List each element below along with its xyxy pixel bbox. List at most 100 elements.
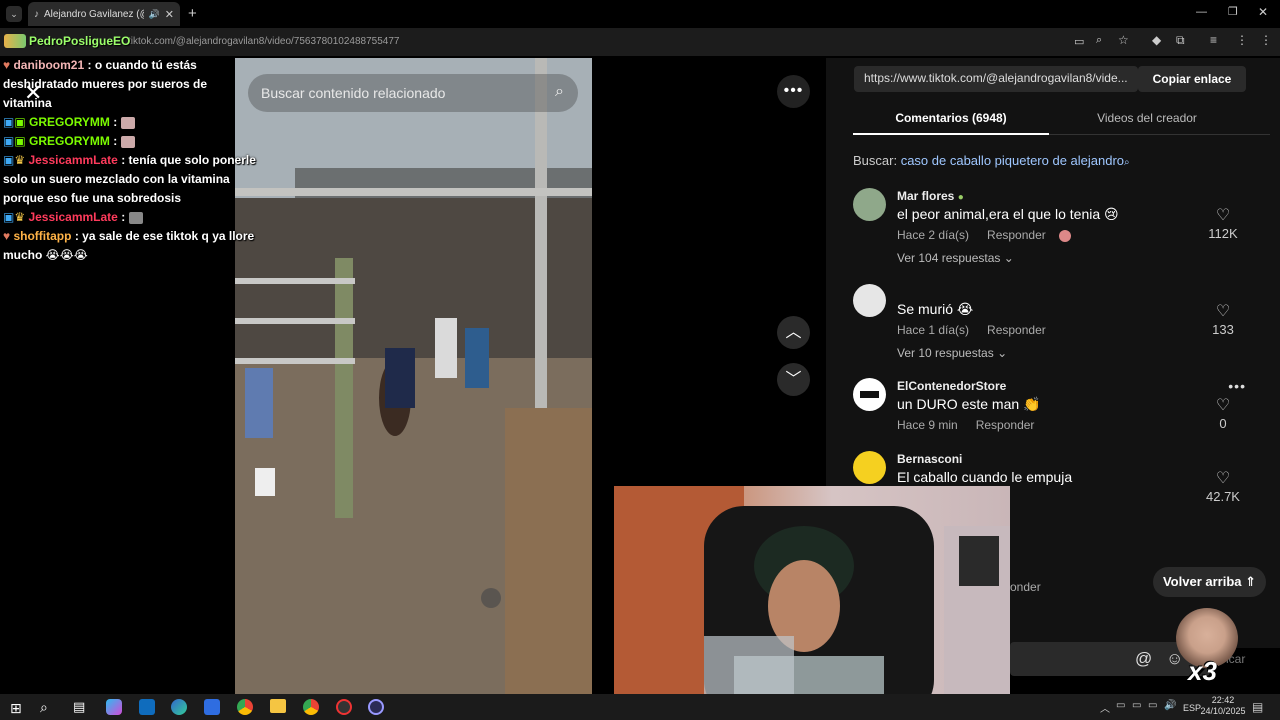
chrome-icon[interactable]: [237, 699, 253, 715]
cast-icon[interactable]: ▭: [1074, 35, 1084, 48]
avatar[interactable]: [853, 451, 886, 484]
video-player[interactable]: [235, 58, 592, 694]
like-button[interactable]: ♡ 42.7K: [1193, 470, 1253, 505]
avatar[interactable]: [853, 378, 886, 411]
like-count: 133: [1212, 322, 1234, 337]
chevron-up-icon: ︿: [785, 324, 802, 341]
comment-username[interactable]: Bernasconi: [897, 452, 962, 466]
comment-meta: Hace 9 min Responder: [897, 418, 1034, 432]
minimize-icon[interactable]: —: [1196, 6, 1207, 18]
comment-meta: Hace 1 día(s) Responder: [897, 323, 1046, 337]
restore-icon[interactable]: ❐: [1228, 5, 1238, 18]
copilot-icon[interactable]: [106, 699, 122, 715]
bookmark-star-icon[interactable]: ☆: [1118, 33, 1129, 47]
extension-diamond-icon[interactable]: ◆: [1152, 33, 1161, 47]
language-indicator[interactable]: ESP: [1183, 703, 1201, 713]
like-button[interactable]: ♡ 133: [1193, 303, 1253, 338]
browser-tabstrip: ⌄ ♪ Alejandro Gavilanez (@alej 🔊 ✕ + — ❐…: [0, 0, 1280, 28]
comment-time: Hace 2 día(s): [897, 228, 970, 242]
back-to-top-button[interactable]: Volver arriba ⇑: [1153, 567, 1266, 597]
like-button[interactable]: ♡ 112K: [1193, 208, 1253, 242]
wifi-icon[interactable]: ▭: [1132, 700, 1141, 711]
avatar[interactable]: [853, 284, 886, 317]
tab-creator-videos[interactable]: Videos del creador: [1049, 111, 1245, 125]
reply-button[interactable]: Responder: [987, 228, 1046, 242]
heart-icon: ♡: [1215, 470, 1231, 487]
search-icon[interactable]: ⌕: [40, 699, 48, 716]
creator-liked-avatar: [1059, 229, 1072, 242]
comment-username[interactable]: ElContenedorStore: [897, 379, 1006, 393]
app-icon[interactable]: [336, 699, 352, 715]
store-icon[interactable]: [204, 699, 220, 715]
extensions-icon[interactable]: ⧉: [1176, 33, 1185, 48]
volume-icon[interactable]: 🔊: [1164, 700, 1176, 711]
video-frame: [235, 58, 592, 694]
related-search-input[interactable]: Buscar contenido relacionado ⌕: [248, 74, 578, 112]
close-tab-icon[interactable]: ✕: [165, 8, 174, 21]
next-video-button[interactable]: ﹀: [777, 363, 810, 396]
view-replies-button[interactable]: Ver 104 respuestas ⌄: [897, 251, 1014, 265]
tab-search-icon[interactable]: ⌄: [6, 6, 22, 22]
comment-username[interactable]: Mar flores ●: [897, 189, 964, 203]
search-prefix: Buscar:: [853, 153, 898, 168]
task-view-icon[interactable]: ▤: [73, 699, 85, 715]
search-query-link[interactable]: caso de caballo piquetero de alejandro: [901, 153, 1124, 168]
emote-icon: [128, 211, 143, 224]
obs-icon[interactable]: [368, 699, 384, 715]
reply-button-partial[interactable]: onder: [1010, 580, 1041, 594]
double-chevron-up-icon: ⇑: [1245, 574, 1257, 589]
chat-message: ▣♛ JessicammLate :: [0, 208, 260, 227]
reply-button[interactable]: Responder: [987, 323, 1046, 337]
emote-icon: [120, 135, 135, 148]
comment-text: El caballo cuando le empuja: [897, 469, 1073, 485]
more-options-icon[interactable]: •••: [1228, 378, 1246, 394]
tab-comments[interactable]: Comentarios (6948): [853, 111, 1049, 135]
start-icon[interactable]: ⊞: [10, 700, 22, 717]
more-options-icon[interactable]: •••: [777, 75, 810, 108]
chat-message: ♥ shoffitapp : ya sale de ese tiktok q y…: [3, 229, 255, 262]
previous-video-button[interactable]: ︿: [777, 316, 810, 349]
search-icon[interactable]: ⌕: [555, 83, 564, 101]
edge-icon[interactable]: [171, 699, 187, 715]
mention-icon[interactable]: @: [1135, 649, 1152, 669]
system-clock[interactable]: 22:42 24/10/2025: [1200, 695, 1246, 717]
view-replies-button[interactable]: Ver 10 respuestas ⌄: [897, 346, 1007, 360]
like-button[interactable]: ♡ 0: [1193, 397, 1253, 432]
multiplier-badge: x3: [1188, 656, 1217, 686]
comment-time: Hace 9 min: [897, 418, 958, 432]
like-count: 112K: [1208, 226, 1238, 241]
reply-button[interactable]: Responder: [976, 418, 1035, 432]
chevron-up-icon[interactable]: ︿: [1100, 700, 1110, 715]
media-icon[interactable]: ≡: [1210, 33, 1217, 47]
comment-item: Se murió 😭 Hace 1 día(s) Responder Ver 10…: [853, 284, 1253, 364]
avatar[interactable]: [853, 188, 886, 221]
share-link[interactable]: https://www.tiktok.com/@alejandrogavilan…: [854, 66, 1138, 92]
notification-icon[interactable]: ▤: [1252, 700, 1263, 714]
browser-tab[interactable]: ♪ Alejandro Gavilanez (@alej 🔊 ✕: [28, 2, 180, 26]
close-icon[interactable]: ✕: [24, 80, 42, 106]
audio-icon[interactable]: 🔊: [149, 9, 160, 20]
zoom-icon[interactable]: ⌕: [1096, 34, 1102, 47]
network-icon[interactable]: ▭: [1116, 700, 1125, 711]
comment-text: el peor animal,era el que lo tenia 😢: [897, 206, 1119, 222]
comment-search-suggestion[interactable]: Buscar: caso de caballo piquetero de ale…: [853, 153, 1130, 168]
window-close-icon[interactable]: ✕: [1258, 5, 1268, 19]
streamer-badge-icon: [4, 34, 26, 48]
heart-icon: ♡: [1215, 303, 1231, 320]
battery-icon[interactable]: ▭: [1148, 700, 1157, 711]
menu-icon[interactable]: ⋮: [1260, 33, 1272, 47]
profile-icon[interactable]: ⋮: [1236, 33, 1248, 47]
like-count: 0: [1219, 416, 1227, 431]
chat-message: ▣♛ JessicammLate : tenía que solo ponerl…: [3, 153, 256, 205]
webcam-overlay: [614, 486, 1010, 720]
tab-title: Alejandro Gavilanez (@alej: [44, 8, 144, 20]
copy-link-button[interactable]: Copiar enlace: [1138, 66, 1246, 92]
chrome-active-icon[interactable]: [303, 699, 319, 715]
heart-icon: ♡: [1215, 397, 1231, 414]
url-text[interactable]: tiktok.com/@alejandrogavilan8/video/7563…: [128, 36, 399, 47]
new-tab-icon[interactable]: +: [188, 5, 197, 22]
badge-icon: ●: [957, 192, 964, 203]
outlook-icon[interactable]: [139, 699, 155, 715]
file-explorer-icon[interactable]: [270, 699, 286, 713]
comment-text: un DURO este man 👏: [897, 396, 1041, 412]
